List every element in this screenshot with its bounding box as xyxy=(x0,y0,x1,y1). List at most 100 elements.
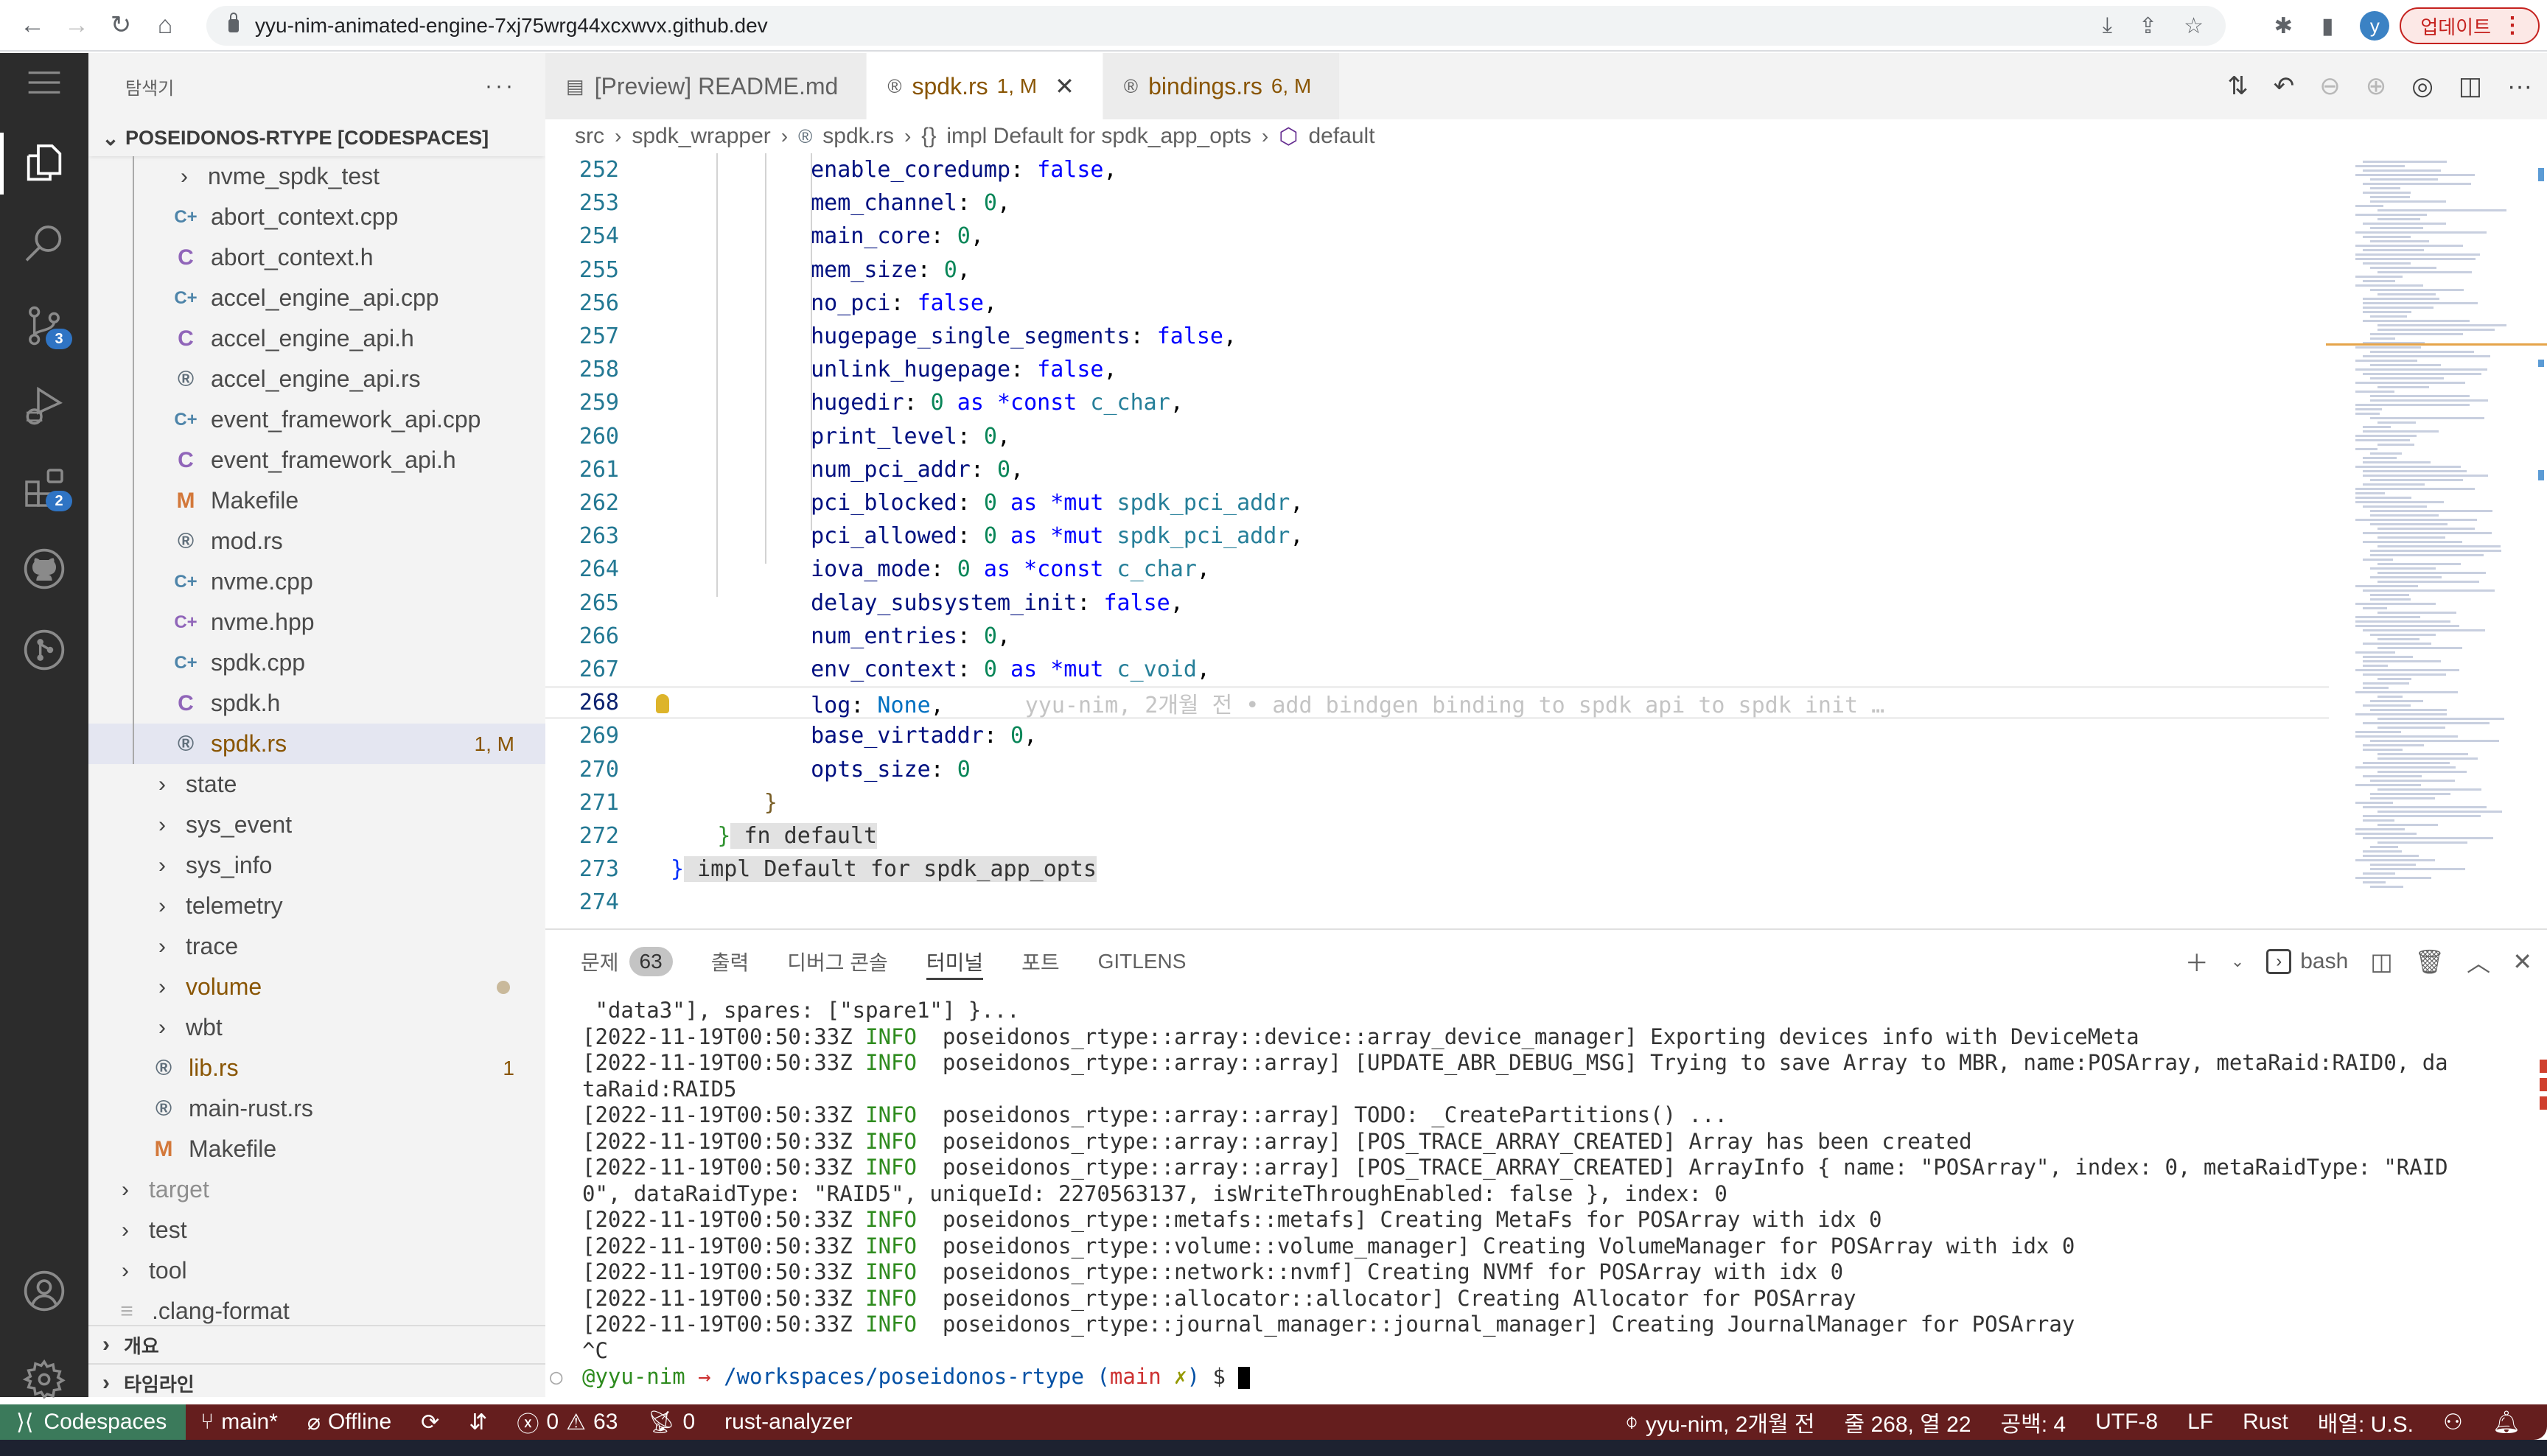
code-line[interactable]: 266 num_entries: 0, xyxy=(545,620,2329,653)
tree-file[interactable]: ® spdk.rs 1, M xyxy=(88,724,545,764)
tree-file[interactable]: ® accel_engine_api.rs xyxy=(88,359,545,399)
back-button[interactable]: ← xyxy=(10,3,55,47)
timeline-section[interactable]: › 타임라인 xyxy=(88,1363,545,1401)
language-mode[interactable]: Rust xyxy=(2228,1404,2303,1440)
split-editor-icon[interactable]: ◫ xyxy=(2459,71,2482,101)
activity-explorer[interactable] xyxy=(0,119,88,208)
go-back-icon[interactable]: ↶ xyxy=(2274,71,2295,101)
split-terminal-icon[interactable]: ◫ xyxy=(2370,948,2392,976)
terminal-dropdown-chevron-icon[interactable]: ⌄ xyxy=(2231,952,2244,971)
tree-file[interactable]: C+ spdk.cpp xyxy=(88,643,545,683)
language-server-status[interactable]: rust-analyzer xyxy=(710,1404,867,1440)
cursor-position[interactable]: 줄 268, 열 22 xyxy=(1830,1404,1986,1440)
code-line[interactable]: 271} xyxy=(545,786,2329,819)
reload-button[interactable]: ↻ xyxy=(99,3,143,47)
next-change-icon[interactable]: ⊕ xyxy=(2366,71,2387,101)
breadcrumb-method[interactable]: default xyxy=(1308,124,1374,149)
activity-extensions[interactable]: 2 xyxy=(0,444,88,532)
git-compare-button[interactable]: ⇵ xyxy=(454,1404,502,1440)
compare-changes-icon[interactable]: ⇅ xyxy=(2227,71,2249,101)
tree-folder[interactable]: › sys_info xyxy=(88,845,545,886)
breadcrumb-impl[interactable]: impl Default for spdk_app_opts xyxy=(946,124,1251,149)
code-line[interactable]: 259 hugedir: 0 as *const c_char, xyxy=(545,386,2329,419)
network-status[interactable]: ⌀ Offline xyxy=(293,1404,406,1440)
activity-source-control[interactable]: 3 xyxy=(0,281,88,370)
close-tab-icon[interactable]: ✕ xyxy=(1055,72,1075,100)
end-of-line[interactable]: LF xyxy=(2173,1404,2228,1440)
code-line[interactable]: 268 log: None, yyu-nim, 2개월 전 • add bindge… xyxy=(545,686,2329,720)
encoding[interactable]: UTF-8 xyxy=(2080,1404,2173,1440)
tab-ports[interactable]: 포트 xyxy=(1021,930,1060,993)
code-line[interactable]: 257 hugepage_single_segments: false, xyxy=(545,320,2329,353)
code-line[interactable]: 274 xyxy=(545,886,2329,919)
new-terminal-plus-icon[interactable]: ＋ xyxy=(2185,945,2209,979)
tree-folder[interactable]: › sys_event xyxy=(88,805,545,845)
bookmark-star-icon[interactable]: ☆ xyxy=(2184,13,2204,39)
code-line[interactable]: 263 pci_allowed: 0 as *mut spdk_pci_addr, xyxy=(545,519,2329,553)
tree-file[interactable]: C+ accel_engine_api.cpp xyxy=(88,278,545,318)
explorer-more-icon[interactable]: ··· xyxy=(485,74,516,99)
gitlens-blame-icon[interactable]: ◎ xyxy=(2411,71,2434,101)
tree-file[interactable]: C+ nvme.hpp xyxy=(88,602,545,643)
code-line[interactable]: 253 mem_channel: 0, xyxy=(545,186,2329,220)
tree-file[interactable]: ® main-rust.rs xyxy=(88,1088,545,1129)
breadcrumb-src[interactable]: src xyxy=(575,124,604,149)
activity-gitlens[interactable] xyxy=(0,606,88,694)
activity-github[interactable] xyxy=(0,525,88,613)
more-actions-icon[interactable]: ··· xyxy=(2507,72,2532,101)
tab-spdk-rs[interactable]: ® spdk.rs 1, M ✕ xyxy=(867,53,1103,119)
tab-gitlens[interactable]: GITLENS xyxy=(1098,930,1187,993)
tree-file[interactable]: Cevent_framework_api.h xyxy=(88,440,545,480)
tree-file[interactable]: Caccel_engine_api.h xyxy=(88,318,545,359)
code-line[interactable]: 267 env_context: 0 as *mut c_void, xyxy=(545,653,2329,686)
tab-debug-console[interactable]: 디버그 콘솔 xyxy=(787,930,888,993)
address-bar[interactable]: yyu-nim-animated-engine-7xj75wrg44xcxwvx… xyxy=(206,6,2226,46)
code-line[interactable]: 260 print_level: 0, xyxy=(545,420,2329,453)
tree-file[interactable]: Cabort_context.h xyxy=(88,237,545,278)
tree-file[interactable]: ® mod.rs xyxy=(88,521,545,561)
keyboard-layout[interactable]: 배열: U.S. xyxy=(2303,1404,2428,1440)
code-line[interactable]: 256 no_pci: false, xyxy=(545,287,2329,320)
tab-output[interactable]: 출력 xyxy=(711,930,750,993)
breadcrumb-file[interactable]: spdk.rs xyxy=(822,124,894,149)
terminal-scrollbar[interactable] xyxy=(2537,993,2547,1399)
terminal-output[interactable]: "data3"], spares: ["spare1"] }... [2022-1… xyxy=(545,993,2547,1399)
tree-folder[interactable]: › wbt xyxy=(88,1007,545,1048)
tree-file[interactable]: M Makefile xyxy=(88,1129,545,1169)
minimap[interactable] xyxy=(2326,153,2547,928)
forward-button[interactable]: → xyxy=(55,3,99,47)
tree-file[interactable]: C+ nvme.cpp xyxy=(88,561,545,602)
url-text[interactable]: yyu-nim-animated-engine-7xj75wrg44xcxwvx… xyxy=(255,14,768,38)
git-blame-status[interactable]: ⌽ yyu-nim, 2개월 전 xyxy=(1610,1404,1830,1440)
maximize-panel-chevron-up-icon[interactable]: ︿ xyxy=(2467,945,2490,979)
code-line[interactable]: 261 num_pci_addr: 0, xyxy=(545,453,2329,486)
tab-problems[interactable]: 문제 63 xyxy=(581,930,673,993)
code-line[interactable]: 254 main_core: 0, xyxy=(545,220,2329,253)
code-line[interactable]: 265 delay_subsystem_init: false, xyxy=(545,587,2329,620)
code-line[interactable]: 258 unlink_hugepage: false, xyxy=(545,353,2329,386)
tree-file[interactable]: Cspdk.h xyxy=(88,683,545,724)
profile-avatar[interactable]: y xyxy=(2360,11,2390,41)
activity-search[interactable] xyxy=(0,200,88,289)
code-line[interactable]: 270 opts_size: 0 xyxy=(545,753,2329,786)
tab-terminal[interactable]: 터미널 xyxy=(926,930,984,993)
extensions-puzzle-icon[interactable]: ✱ xyxy=(2261,13,2305,39)
problems-status[interactable]: ⓧ 0 ⚠ 63 xyxy=(502,1404,632,1440)
tree-folder[interactable]: › test xyxy=(88,1210,545,1250)
tree-file[interactable]: C+ abort_context.cpp xyxy=(88,197,545,237)
code-line[interactable]: 262 pci_blocked: 0 as *mut spdk_pci_addr, xyxy=(545,486,2329,519)
tree-folder[interactable]: › state xyxy=(88,764,545,805)
code-line[interactable]: 252 enable_coredump: false, xyxy=(545,153,2329,186)
share-icon[interactable]: ⇪ xyxy=(2139,13,2157,39)
kill-terminal-trash-icon[interactable]: 🗑 xyxy=(2415,948,2445,976)
remote-indicator[interactable]: ⟩⟨ Codespaces xyxy=(0,1404,186,1440)
tab-bindings-rs[interactable]: ® bindings.rs 6, M xyxy=(1103,53,1341,119)
tree-folder[interactable]: › trace xyxy=(88,926,545,967)
code-line[interactable]: 255 mem_size: 0, xyxy=(545,253,2329,287)
tree-folder[interactable]: › tool xyxy=(88,1250,545,1291)
code-line[interactable]: 264 iova_mode: 0 as *const c_char, xyxy=(545,553,2329,586)
previous-change-icon[interactable]: ⊖ xyxy=(2319,71,2341,101)
install-app-icon[interactable]: ⤓ xyxy=(2103,13,2112,38)
indentation[interactable]: 공백: 4 xyxy=(1986,1404,2081,1440)
code-editor[interactable]: 252 enable_coredump: false, 253 mem_channel… xyxy=(545,153,2329,928)
